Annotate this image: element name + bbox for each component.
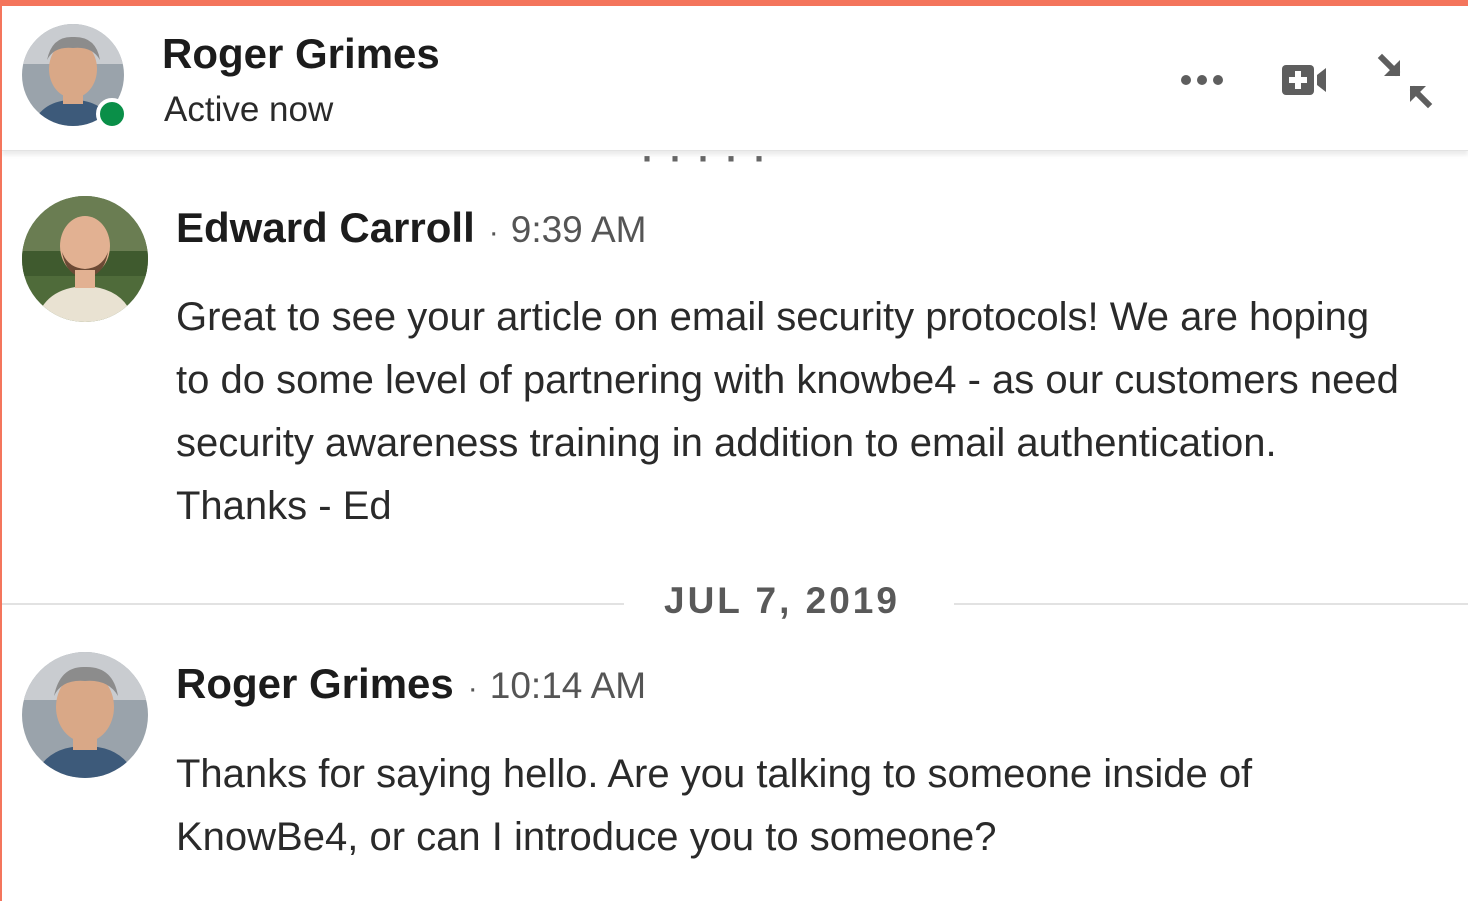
sender-name[interactable]: Edward Carroll bbox=[176, 204, 475, 252]
video-call-button[interactable] bbox=[1272, 52, 1336, 108]
contact-status: Active now bbox=[164, 90, 334, 129]
divider-line bbox=[954, 603, 1468, 605]
meta-separator: · bbox=[467, 672, 478, 705]
avatar[interactable] bbox=[22, 652, 148, 778]
message-header: Edward Carroll · 9:39 AM bbox=[176, 204, 647, 252]
online-status-dot bbox=[96, 98, 128, 130]
minimize-button[interactable] bbox=[1370, 46, 1440, 116]
more-options-button[interactable] bbox=[1172, 56, 1232, 104]
message-time: 10:14 AM bbox=[489, 665, 647, 706]
message-time: 9:39 AM bbox=[510, 209, 647, 250]
date-divider: JUL 7, 2019 bbox=[2, 576, 1468, 632]
more-horizontal-icon bbox=[1181, 75, 1223, 85]
avatar[interactable] bbox=[22, 196, 148, 322]
divider-line bbox=[2, 603, 624, 605]
message-text: Thanks for saying hello. Are you talking… bbox=[176, 752, 1253, 859]
minimize-arrows-icon bbox=[1377, 53, 1433, 109]
message-header: Roger Grimes · 10:14 AM bbox=[176, 660, 646, 708]
date-label: JUL 7, 2019 bbox=[664, 580, 900, 621]
conversation-header: Roger Grimes Active now bbox=[2, 6, 1468, 151]
sender-name[interactable]: Roger Grimes bbox=[176, 660, 454, 708]
meta-separator: · bbox=[488, 216, 499, 249]
message-text: Great to see your article on email secur… bbox=[176, 295, 1399, 528]
contact-name[interactable]: Roger Grimes bbox=[162, 30, 440, 78]
messaging-window: · · · · · Roger Grimes Active now Edward… bbox=[0, 0, 1468, 901]
video-call-icon bbox=[1282, 65, 1326, 95]
